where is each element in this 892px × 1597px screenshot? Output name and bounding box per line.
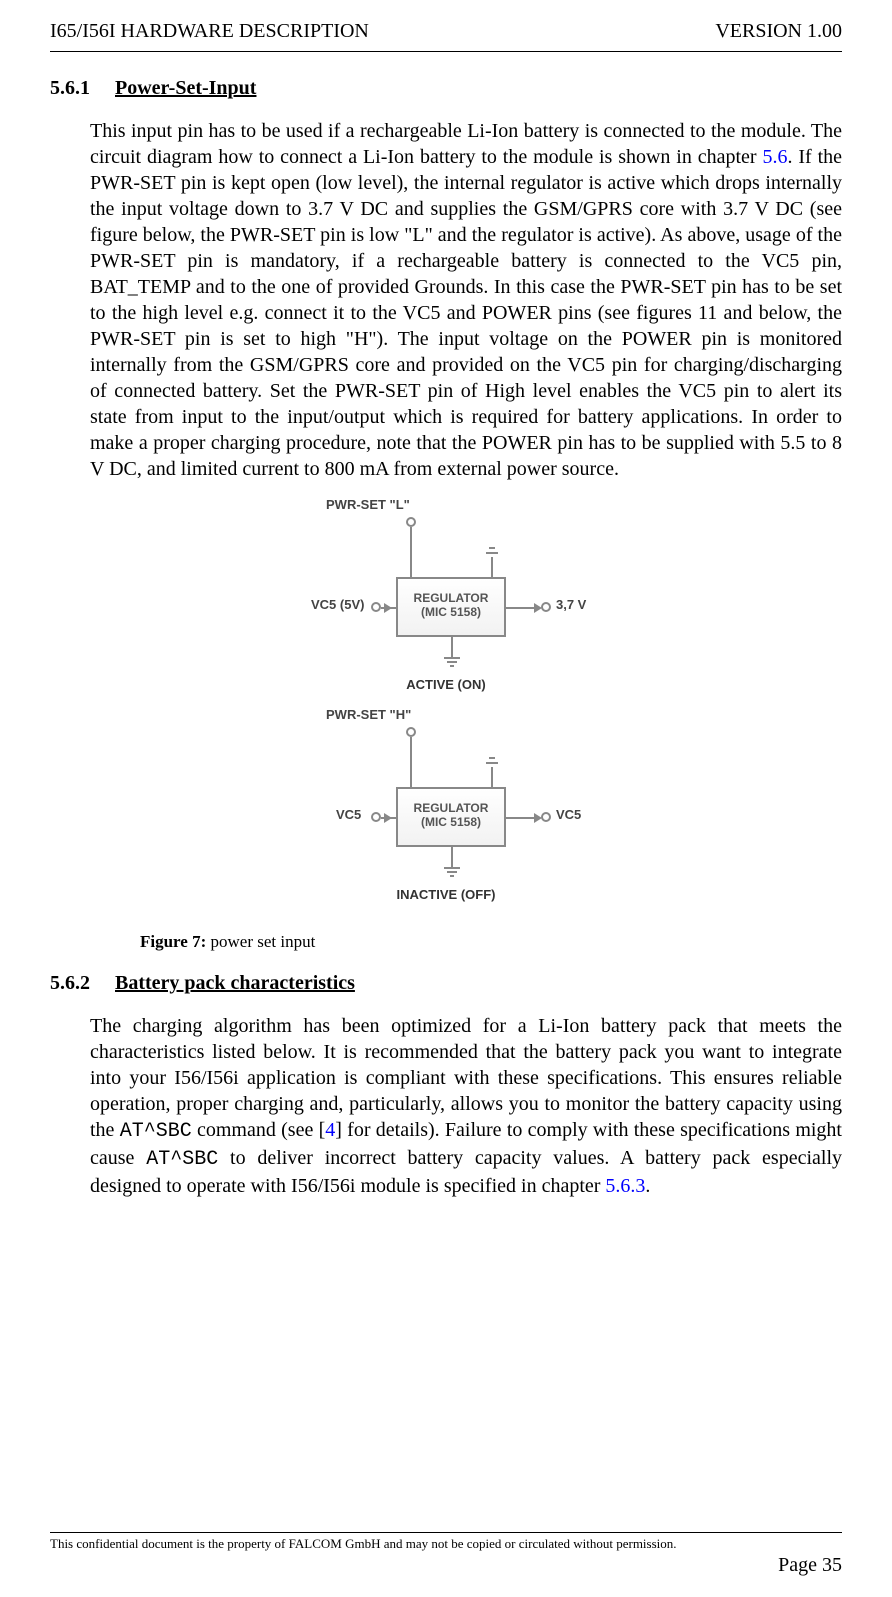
wire <box>506 817 536 819</box>
code: AT^SBC <box>120 1120 192 1143</box>
label-pwrset-l: PWR-SET "L" <box>326 497 410 512</box>
wire <box>410 527 412 577</box>
section-heading-562: 5.6.2 Battery pack characteristics <box>50 972 842 995</box>
footer-text: This confidential document is the proper… <box>50 1536 842 1552</box>
paragraph-1: This input pin has to be used if a recha… <box>90 118 842 482</box>
section-number: 5.6.2 <box>50 972 90 995</box>
paragraph-2: The charging algorithm has been optimize… <box>90 1013 842 1199</box>
wire <box>444 657 460 659</box>
wire <box>491 557 493 577</box>
figure-caption: Figure 7: power set input <box>140 932 842 952</box>
wire <box>451 637 453 657</box>
wire <box>410 737 412 787</box>
page-number: Page 35 <box>50 1554 842 1577</box>
page-header: I65/I56I HARDWARE DESCRIPTION VERSION 1.… <box>50 20 842 43</box>
wire <box>506 607 536 609</box>
wire <box>486 552 498 554</box>
section-title: Battery pack characteristics <box>115 972 355 995</box>
wire <box>486 762 498 764</box>
header-divider <box>50 51 842 52</box>
wire <box>444 867 460 869</box>
node-icon <box>541 812 551 822</box>
text: command (see [ <box>192 1119 326 1141</box>
figure-7: PWR-SET "L" REGULATOR (MIC 5158) VC5 (5V… <box>50 497 842 922</box>
text: . <box>645 1175 650 1197</box>
link-56[interactable]: 5.6 <box>762 146 787 168</box>
header-right: VERSION 1.00 <box>715 20 842 43</box>
link-563[interactable]: 5.6.3 <box>605 1175 645 1197</box>
wire <box>489 547 495 549</box>
footer-divider <box>50 1532 842 1533</box>
label-vc5-5v: VC5 (5V) <box>311 597 364 612</box>
reg-label2: (MIC 5158) <box>398 605 504 619</box>
wire <box>447 871 457 873</box>
reg-label1: REGULATOR <box>398 801 504 815</box>
regulator-box: REGULATOR (MIC 5158) <box>396 787 506 847</box>
wire <box>381 817 396 819</box>
label-vc5-right: VC5 <box>556 807 581 822</box>
reg-label1: REGULATOR <box>398 591 504 605</box>
text: This input pin has to be used if a recha… <box>90 120 842 168</box>
label-active: ACTIVE (ON) <box>276 677 616 692</box>
header-left: I65/I56I HARDWARE DESCRIPTION <box>50 20 369 43</box>
node-icon <box>371 602 381 612</box>
node-icon <box>541 602 551 612</box>
node-icon <box>371 812 381 822</box>
wire <box>450 875 454 877</box>
wire <box>447 661 457 663</box>
node-icon <box>406 517 416 527</box>
label-inactive: INACTIVE (OFF) <box>276 887 616 902</box>
caption-bold: Figure 7: <box>140 932 211 951</box>
wire <box>489 757 495 759</box>
reg-label2: (MIC 5158) <box>398 815 504 829</box>
label-vc5-left: VC5 <box>336 807 361 822</box>
link-ref4[interactable]: 4 <box>325 1119 335 1141</box>
section-heading-561: 5.6.1 Power-Set-Input <box>50 77 842 100</box>
wire <box>381 607 396 609</box>
diagram-inactive: PWR-SET "H" REGULATOR (MIC 5158) VC5 VC5… <box>276 707 616 917</box>
diagram-active: PWR-SET "L" REGULATOR (MIC 5158) VC5 (5V… <box>276 497 616 707</box>
regulator-box: REGULATOR (MIC 5158) <box>396 577 506 637</box>
page-footer: This confidential document is the proper… <box>50 1532 842 1577</box>
section-number: 5.6.1 <box>50 77 90 100</box>
node-icon <box>406 727 416 737</box>
wire <box>451 847 453 867</box>
code: AT^SBC <box>146 1148 218 1171</box>
section-title: Power-Set-Input <box>115 77 256 100</box>
caption-text: power set input <box>211 932 316 951</box>
wire <box>491 767 493 787</box>
wire <box>450 665 454 667</box>
label-pwrset-h: PWR-SET "H" <box>326 707 411 722</box>
text: As above, usage of the PWR-SET pin is ma… <box>90 224 842 480</box>
label-37v: 3,7 V <box>556 597 586 612</box>
